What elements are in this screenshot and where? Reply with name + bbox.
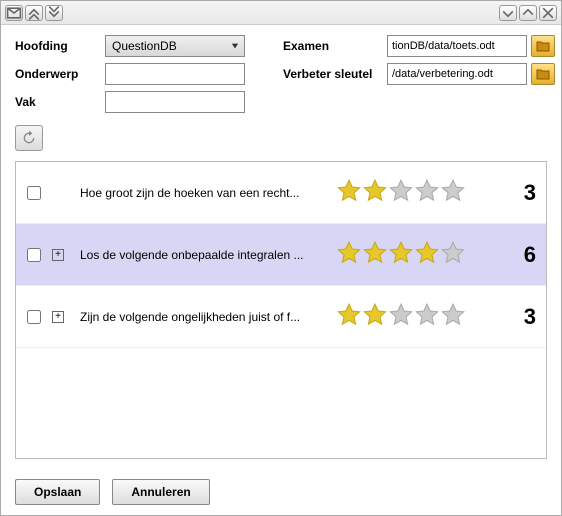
minimize-button[interactable] [499, 5, 517, 21]
question-count: 6 [496, 242, 536, 268]
titlebar-button-up[interactable] [25, 5, 43, 21]
maximize-button[interactable] [519, 5, 537, 21]
hoofding-input[interactable] [105, 35, 245, 57]
question-text: Zijn de volgende ongelijkheden juist of … [80, 310, 336, 324]
form-grid: Hoofding Examen Onderwerp Verbeter sleut… [15, 35, 547, 113]
question-row[interactable]: + Los de volgende onbepaalde integralen .… [16, 224, 546, 286]
star-icon[interactable] [388, 302, 414, 331]
star-icon[interactable] [388, 240, 414, 269]
star-icon[interactable] [362, 240, 388, 269]
row-checkbox[interactable] [27, 310, 41, 324]
expand-icon[interactable]: + [52, 249, 64, 261]
hoofding-combo[interactable] [105, 35, 245, 57]
row-checkbox[interactable] [27, 186, 41, 200]
verbeter-browse-button[interactable] [531, 63, 555, 85]
window: Hoofding Examen Onderwerp Verbeter sleut… [0, 0, 562, 516]
content-area: Hoofding Examen Onderwerp Verbeter sleut… [1, 25, 561, 469]
star-icon[interactable] [388, 178, 414, 207]
examen-label: Examen [283, 39, 383, 53]
button-bar: Opslaan Annuleren [1, 469, 561, 515]
star-icon[interactable] [414, 302, 440, 331]
verbeter-input[interactable] [387, 63, 527, 85]
star-icon[interactable] [440, 240, 466, 269]
star-icon[interactable] [336, 178, 362, 207]
examen-browse-button[interactable] [531, 35, 555, 57]
hoofding-label: Hoofding [15, 39, 101, 53]
question-text: Los de volgende onbepaalde integralen ..… [80, 248, 336, 262]
verbeter-label: Verbeter sleutel [283, 67, 383, 81]
star-icon[interactable] [440, 178, 466, 207]
titlebar-button-menu[interactable] [5, 5, 23, 21]
cancel-button[interactable]: Annuleren [112, 479, 209, 505]
star-icon[interactable] [336, 302, 362, 331]
question-row[interactable]: Hoe groot zijn de hoeken van een recht..… [16, 162, 546, 224]
star-icon[interactable] [414, 178, 440, 207]
row-checkbox[interactable] [27, 248, 41, 262]
rating-stars[interactable] [336, 302, 496, 331]
examen-input[interactable] [387, 35, 527, 57]
titlebar-button-down[interactable] [45, 5, 63, 21]
star-icon[interactable] [362, 302, 388, 331]
star-icon[interactable] [414, 240, 440, 269]
question-list: Hoe groot zijn de hoeken van een recht..… [15, 161, 547, 459]
star-icon[interactable] [336, 240, 362, 269]
rating-stars[interactable] [336, 240, 496, 269]
question-count: 3 [496, 180, 536, 206]
rating-stars[interactable] [336, 178, 496, 207]
close-button[interactable] [539, 5, 557, 21]
onderwerp-input[interactable] [105, 63, 245, 85]
star-icon[interactable] [362, 178, 388, 207]
question-row[interactable]: + Zijn de volgende ongelijkheden juist of… [16, 286, 546, 348]
vak-label: Vak [15, 95, 101, 109]
refresh-button[interactable] [15, 125, 43, 151]
question-count: 3 [496, 304, 536, 330]
onderwerp-label: Onderwerp [15, 67, 101, 81]
vak-input[interactable] [105, 91, 245, 113]
save-button[interactable]: Opslaan [15, 479, 100, 505]
star-icon[interactable] [440, 302, 466, 331]
titlebar [1, 1, 561, 25]
expand-icon[interactable]: + [52, 311, 64, 323]
question-text: Hoe groot zijn de hoeken van een recht..… [80, 186, 336, 200]
